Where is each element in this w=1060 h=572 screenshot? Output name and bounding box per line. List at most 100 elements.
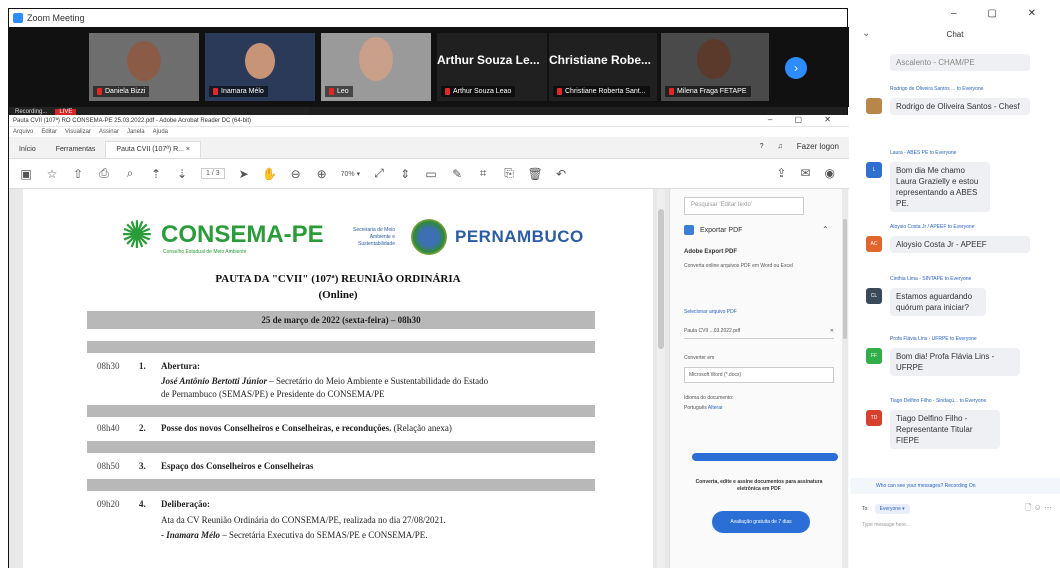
menu-assinar[interactable]: Assinar bbox=[99, 129, 119, 135]
delete-icon[interactable]: 🗑 bbox=[527, 167, 542, 181]
selected-file-row: Pauta CVII ...03.2022.pdf ✕ bbox=[684, 323, 834, 339]
tab-ferramentas[interactable]: Ferramentas bbox=[46, 146, 106, 158]
page-up-icon[interactable]: ⇡ bbox=[149, 167, 163, 181]
zoom-level-select[interactable]: 70% ▾ bbox=[341, 170, 360, 178]
chat-message: Profa Flávia Lins - UFRPE to Everyone FF… bbox=[856, 336, 1056, 386]
select-pdf-link[interactable]: Selecionar arquivo PDF bbox=[684, 309, 737, 315]
chat-message: Laura - ABES PE to Everyone L Bom dia Me… bbox=[856, 150, 1056, 216]
divider-bar bbox=[87, 405, 595, 417]
participant-namebar: Daniela Bizzi bbox=[93, 86, 150, 97]
side-scroll-thumb[interactable] bbox=[843, 219, 847, 339]
date-bar: 25 de março de 2022 (sexta-feira) – 08h3… bbox=[87, 311, 595, 329]
participant-tile[interactable]: Daniela Bizzi bbox=[89, 33, 199, 101]
participant-tile[interactable]: Milena Fraga FETAPE bbox=[661, 33, 769, 101]
chat-sender: Profa Flávia Lins - UFRPE to Everyone bbox=[890, 336, 977, 342]
select-cursor-icon[interactable]: ➤ bbox=[237, 167, 251, 181]
acrobat-window-controls[interactable]: – ▢ ✕ bbox=[768, 115, 841, 124]
menu-visualizar[interactable]: Visualizar bbox=[65, 129, 91, 135]
chat-window-controls[interactable]: – ▢ ✕ bbox=[951, 8, 1050, 19]
page-down-icon[interactable]: ⇣ bbox=[175, 167, 189, 181]
muted-mic-icon bbox=[97, 88, 102, 95]
acrobat-window: Pauta CVII (107ª) RO CONSEMA-PE 25.03.20… bbox=[9, 115, 849, 568]
gallery-next-button[interactable]: › bbox=[785, 57, 807, 79]
help-icon[interactable]: ? bbox=[760, 143, 764, 150]
tools-search-input[interactable]: Pesquisar 'Editar texto' bbox=[684, 197, 804, 215]
hand-tool-icon[interactable]: ✋ bbox=[262, 167, 277, 181]
export-pdf-header[interactable]: Exportar PDF bbox=[684, 225, 742, 235]
tab-inicio[interactable]: Início bbox=[9, 146, 46, 158]
convert-label: Converter em bbox=[684, 355, 715, 361]
recipient-select[interactable]: Everyone ▾ bbox=[874, 504, 910, 514]
save-icon[interactable]: ▣ bbox=[19, 167, 33, 181]
chat-bubble: Bom dia! Profa Flávia Lins - UFRPE bbox=[890, 348, 1020, 376]
acrobat-titlebar: Pauta CVII (107ª) RO CONSEMA-PE 25.03.20… bbox=[9, 115, 849, 127]
zoom-in-icon[interactable]: ⊕ bbox=[315, 167, 329, 181]
chat-message-input[interactable]: Type message here... bbox=[862, 522, 910, 528]
scroll-mode-icon[interactable]: ⇕ bbox=[398, 167, 412, 181]
export-pdf-icon bbox=[684, 225, 694, 235]
participant-tile[interactable]: Christiane Robe... Christiane Roberta Sa… bbox=[549, 33, 657, 101]
fit-page-icon[interactable]: ⤢ bbox=[372, 166, 386, 181]
acrobat-tabs-right: ? ♫ Fazer logon bbox=[760, 142, 839, 151]
document-area[interactable]: ✺ CONSEMA-PE Conselho Estadual de Meio A… bbox=[9, 189, 669, 568]
chat-title: Chat bbox=[946, 30, 964, 39]
page-number-box[interactable]: 1 / 3 bbox=[201, 168, 225, 179]
chat-message: Rodrigo de Oliveira Santos ... to Everyo… bbox=[856, 86, 1056, 136]
print-icon[interactable]: ⎙ bbox=[97, 166, 111, 181]
muted-mic-icon bbox=[445, 88, 450, 95]
zoom-out-icon[interactable]: ⊖ bbox=[289, 167, 303, 181]
participant-tile[interactable]: Leo bbox=[321, 33, 431, 101]
chevron-up-icon[interactable]: ⌃ bbox=[822, 225, 829, 234]
star-icon[interactable]: ☆ bbox=[45, 167, 59, 181]
pen-icon[interactable]: ✎ bbox=[450, 167, 464, 181]
upload-icon[interactable]: ⇧ bbox=[71, 167, 85, 181]
consema-logo-text: CONSEMA-PE bbox=[161, 221, 324, 248]
undo-icon[interactable]: ↶ bbox=[554, 167, 568, 181]
mail-icon[interactable]: ✉ bbox=[800, 166, 810, 180]
language-label: Idioma do documento: bbox=[684, 395, 734, 401]
remove-file-icon[interactable]: ✕ bbox=[830, 328, 834, 334]
file-and-more-icon[interactable]: 🗋 ☺ ⋯ bbox=[1025, 502, 1052, 516]
bell-icon[interactable]: ♫ bbox=[778, 143, 783, 150]
side-panel-scrollbar[interactable] bbox=[842, 189, 848, 568]
avatar bbox=[866, 98, 882, 114]
chat-bubble: Rodrigo de Oliveira Santos - Chesf bbox=[890, 98, 1030, 115]
highlight-icon[interactable]: ⌗ bbox=[476, 166, 490, 181]
divider-bar bbox=[87, 479, 595, 491]
menu-janela[interactable]: Janela bbox=[127, 129, 145, 135]
muted-mic-icon bbox=[213, 88, 218, 95]
free-trial-button[interactable]: Avaliação gratuita de 7 dias bbox=[712, 511, 810, 533]
chat-sender: Rodrigo de Oliveira Santos ... to Everyo… bbox=[890, 86, 984, 92]
participant-tile[interactable]: Arthur Souza Le... Arthur Souza Leao bbox=[437, 33, 547, 101]
convert-format-select[interactable]: Microsoft Word (*.docx) bbox=[684, 367, 834, 383]
participant-video bbox=[359, 37, 393, 81]
change-language-link[interactable]: Alterar bbox=[708, 405, 723, 411]
search-icon[interactable]: ⌕ bbox=[123, 166, 137, 181]
who-can-see-banner[interactable]: Who can see your messages? Recording On bbox=[850, 478, 1060, 494]
agenda-item: 09h20 4. Deliberação: bbox=[97, 499, 210, 509]
tab-document[interactable]: Pauta CVII (107ª) R... × bbox=[105, 141, 202, 158]
pdf-page: ✺ CONSEMA-PE Conselho Estadual de Meio A… bbox=[23, 189, 653, 568]
chat-bubble: Estamos aguardando quórum para iniciar? bbox=[890, 288, 986, 316]
chat-sender: Tiago Delfino Filho - Sindaçú... to Ever… bbox=[890, 398, 987, 404]
convert-button[interactable] bbox=[692, 453, 838, 461]
stamp-icon[interactable]: ⎘ bbox=[502, 166, 516, 181]
menu-editar[interactable]: Editar bbox=[41, 129, 57, 135]
document-scroll-thumb[interactable] bbox=[658, 209, 664, 349]
pernambuco-seal-icon bbox=[411, 219, 447, 255]
chat-message: Aloysio Costa Jr / APEEF to Everyone AC … bbox=[856, 224, 1056, 260]
acrobat-tabs: Início Ferramentas Pauta CVII (107ª) R..… bbox=[9, 137, 849, 159]
menu-arquivo[interactable]: Arquivo bbox=[13, 129, 33, 135]
menu-ajuda[interactable]: Ajuda bbox=[153, 129, 168, 135]
comment-icon[interactable]: ▭ bbox=[424, 167, 438, 181]
participant-video bbox=[697, 39, 731, 79]
account-icon[interactable]: ◉ bbox=[825, 166, 835, 180]
signin-button[interactable]: Fazer logon bbox=[797, 142, 839, 151]
participant-namebar: Arthur Souza Leao bbox=[441, 86, 516, 97]
participant-tile[interactable]: Inamara Mélo bbox=[205, 33, 315, 101]
share-icon[interactable]: ⇪ bbox=[776, 166, 786, 180]
document-scrollbar[interactable] bbox=[657, 189, 665, 568]
zoom-window-title: Zoom Meeting bbox=[27, 13, 85, 23]
muted-mic-icon bbox=[557, 88, 562, 95]
acrobat-toolbar: ▣ ☆ ⇧ ⎙ ⌕ ⇡ ⇣ 1 / 3 ➤ ✋ ⊖ ⊕ 70% ▾ ⤢ ⇕ ▭ … bbox=[9, 159, 849, 189]
